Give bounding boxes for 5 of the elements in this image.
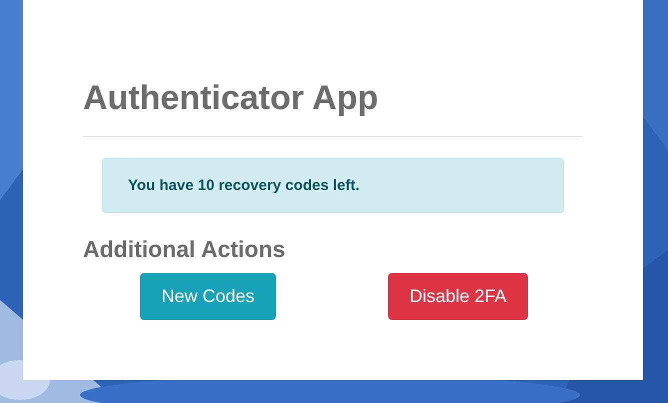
page-title: Authenticator App — [83, 78, 380, 119]
new-codes-button[interactable]: New Codes — [140, 273, 276, 320]
alert-message: You have 10 recovery codes left. — [102, 158, 564, 213]
disable-button[interactable]: Disable 2FA — [388, 273, 528, 320]
section-heading: Additional Actions — [83, 235, 286, 263]
